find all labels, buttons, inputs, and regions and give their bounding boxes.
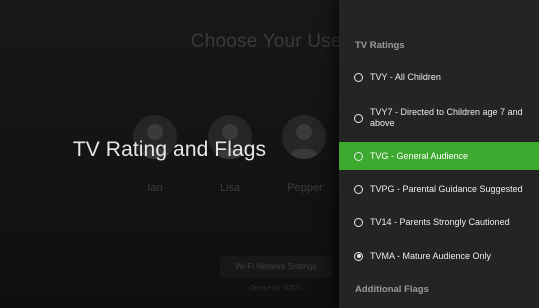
rating-option-label: TVPG - Parental Guidance Suggested [370,183,523,194]
section-header-tv-ratings: TV Ratings [355,40,405,51]
rating-option-tvy[interactable]: TVY - All Children [339,67,539,87]
rating-option-label: TVY - All Children [370,71,441,82]
user-name-pepper: Pepper [287,182,323,194]
radio-unchecked-icon [354,184,363,194]
device-id-label: Device Id: 30521 [249,285,303,292]
rating-option-label: TVG - General Audience [370,150,469,161]
wifi-settings-button[interactable]: Wi-Fi Network Settings [220,256,332,278]
section-header-additional-flags: Additional Flags [355,284,429,295]
rating-option-tvy7[interactable]: TVY7 - Directed to Children age 7 and ab… [339,103,539,133]
radio-unchecked-icon [354,113,363,123]
radio-unchecked-icon [354,151,363,161]
rating-option-tv14[interactable]: TV14 - Parents Strongly Cautioned [339,212,539,232]
rating-option-tvg[interactable]: TVG - General Audience [339,142,539,170]
radio-unchecked-icon [354,72,363,82]
rating-option-tvma[interactable]: TVMA - Mature Audience Only [339,246,539,266]
rating-option-label: TV14 - Parents Strongly Cautioned [370,216,510,227]
radio-checked-icon [354,251,363,261]
rating-option-label: TVMA - Mature Audience Only [370,250,492,261]
ratings-side-panel: TV Ratings TVY - All Children TVY7 - Dir… [339,0,539,308]
radio-unchecked-icon [354,217,363,227]
tv-rating-flags-title: TV Rating and Flags [72,138,267,161]
rating-option-tvpg[interactable]: TVPG - Parental Guidance Suggested [339,179,539,199]
rating-option-label: TVY7 - Directed to Children age 7 and ab… [370,107,523,128]
user-name-ian: Ian [147,182,163,194]
user-name-lisa: Lisa [219,182,241,194]
